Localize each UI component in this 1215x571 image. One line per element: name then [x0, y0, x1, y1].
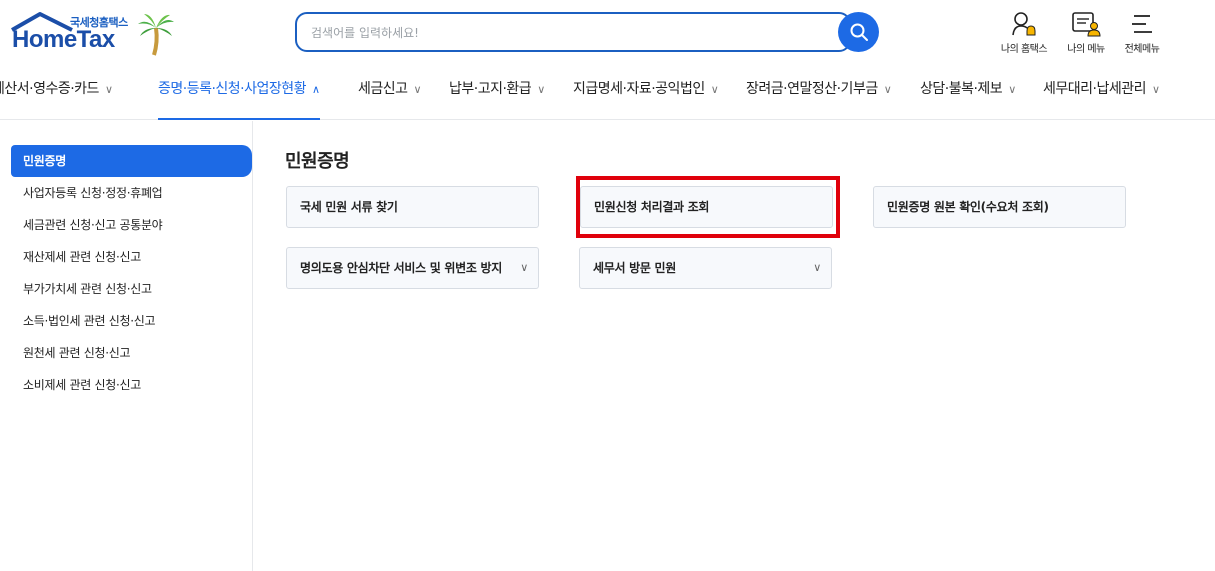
my-menu-button[interactable]: 나의 메뉴	[1056, 10, 1116, 56]
sidebar-item-vat[interactable]: 부가가치세 관련 신청·신고	[11, 273, 252, 305]
nav-item-label: 장려금·연말정산·기부금	[746, 81, 878, 97]
card-label: 명의도용 안심차단 서비스 및 위변조 방지	[300, 261, 502, 275]
card-find-documents[interactable]: 국세 민원 서류 찾기	[286, 186, 539, 228]
card-label: 세무서 방문 민원	[593, 261, 676, 275]
nav-item-label: 세금신고	[358, 81, 408, 97]
nav-item-label: 계산서·영수증·카드	[0, 81, 99, 97]
sidebar-item-property-tax[interactable]: 재산제세 관련 신청·신고	[11, 241, 252, 273]
sidebar-item-business-registration[interactable]: 사업자등록 신청·정정·휴폐업	[11, 177, 252, 209]
nav-item-payment[interactable]: 납부·고지·환급 ∨	[449, 78, 545, 120]
nav-item-certificate[interactable]: 증명·등록·신청·사업장현황 ∧	[158, 78, 320, 120]
nav-item-invoice[interactable]: 계산서·영수증·카드 ∨	[0, 78, 113, 120]
my-hometax-button[interactable]: 나의 홈택스	[994, 10, 1054, 56]
page-title: 민원증명	[285, 151, 350, 172]
card-verify-original[interactable]: 민원증명 원본 확인(수요처 조회)	[873, 186, 1126, 228]
nav-item-label: 지급명세·자료·공익법인	[573, 81, 705, 97]
nav-item-label: 납부·고지·환급	[449, 81, 532, 97]
nav-item-consult[interactable]: 상담·불복·제보 ∨	[920, 78, 1016, 120]
header: 국세청홈택스 HomeTax 나의 홈택스	[0, 0, 1215, 64]
chevron-down-icon: ∨	[883, 83, 892, 96]
search-button[interactable]	[838, 12, 879, 52]
nav-item-incentive[interactable]: 장려금·연말정산·기부금 ∨	[746, 78, 892, 120]
chevron-down-icon: ∨	[413, 83, 422, 96]
palm-tree-icon	[138, 14, 174, 56]
search-input[interactable]	[311, 23, 831, 43]
my-menu-icon	[1072, 12, 1101, 37]
highlight-box	[576, 176, 840, 238]
hometax-logo[interactable]: 국세청홈택스 HomeTax	[10, 12, 180, 56]
logo-title: HomeTax	[12, 26, 115, 53]
util-label: 전체메뉴	[1124, 44, 1160, 55]
chevron-up-icon: ∧	[312, 83, 320, 96]
chevron-down-icon: ∨	[813, 261, 821, 274]
chevron-down-icon: ∨	[710, 83, 719, 96]
chevron-down-icon: ∨	[537, 83, 545, 96]
nav-item-label: 세무대리·납세관리	[1043, 81, 1147, 97]
util-label: 나의 메뉴	[1067, 44, 1105, 55]
nav-item-tax-return[interactable]: 세금신고 ∨	[358, 78, 422, 120]
nav-item-tax-agent[interactable]: 세무대리·납세관리 ∨	[1043, 78, 1160, 120]
all-menu-button[interactable]: 전체메뉴	[1112, 10, 1172, 56]
nav-item-payment-statement[interactable]: 지급명세·자료·공익법인 ∨	[573, 78, 719, 120]
card-label: 국세 민원 서류 찾기	[300, 200, 398, 214]
chevron-down-icon: ∨	[520, 261, 528, 274]
sidebar-item-common-tax[interactable]: 세금관련 신청·신고 공통분야	[11, 209, 252, 241]
sidebar-item-consumption-tax[interactable]: 소비제세 관련 신청·신고	[11, 369, 252, 401]
chevron-down-icon: ∨	[1008, 83, 1016, 96]
hamburger-icon	[1132, 15, 1152, 33]
util-label: 나의 홈택스	[1000, 44, 1048, 55]
nav-item-label: 상담·불복·제보	[920, 81, 1003, 97]
search-icon	[850, 23, 868, 41]
main-nav: 계산서·영수증·카드 ∨ 증명·등록·신청·사업장현황 ∧ 세금신고 ∨ 납부·고지·…	[0, 64, 1215, 120]
card-identity-theft-protection[interactable]: 명의도용 안심차단 서비스 및 위변조 방지 ∨	[286, 247, 539, 289]
sidebar-item-income-corporate[interactable]: 소득·법인세 관련 신청·신고	[11, 305, 252, 337]
user-bell-icon	[1012, 12, 1036, 36]
card-label: 민원증명 원본 확인(수요처 조회)	[887, 200, 1049, 214]
card-tax-office-visit[interactable]: 세무서 방문 민원 ∨	[579, 247, 832, 289]
nav-item-label: 증명·등록·신청·사업장현황	[158, 81, 307, 97]
sidebar-item-withholding[interactable]: 원천세 관련 신청·신고	[11, 337, 252, 369]
search-box	[295, 12, 851, 52]
chevron-down-icon: ∨	[1152, 83, 1160, 96]
sidebar-item-civil-certificate[interactable]: 민원증명	[11, 145, 252, 177]
chevron-down-icon: ∨	[104, 83, 113, 96]
